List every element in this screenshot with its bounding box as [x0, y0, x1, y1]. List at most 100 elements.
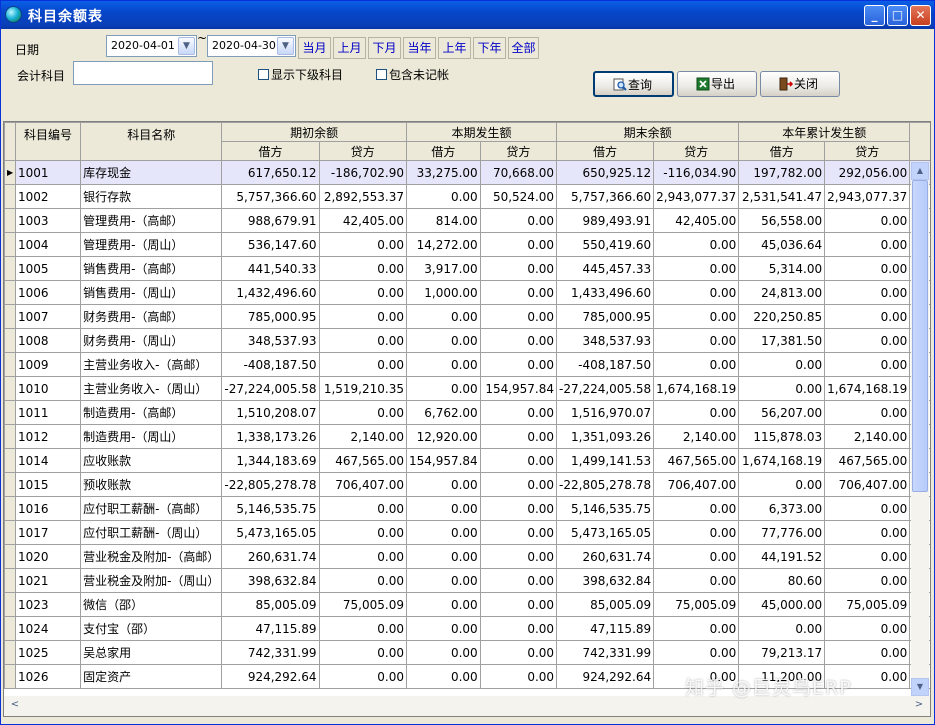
amount-cell[interactable]: 2,943,077.37	[653, 184, 740, 209]
account-name-cell[interactable]: 应付职工薪酬-（高邮）	[80, 496, 223, 521]
amount-cell[interactable]: 0.00	[479, 592, 558, 617]
amount-cell[interactable]: 2,140.00	[318, 424, 407, 449]
row-indicator[interactable]	[4, 232, 17, 257]
row-indicator[interactable]	[4, 424, 17, 449]
amount-cell[interactable]: 3,917.00	[405, 256, 481, 281]
amount-cell[interactable]: 0.00	[405, 376, 481, 401]
amount-cell[interactable]: 0.00	[479, 232, 558, 257]
amount-cell[interactable]: 0.00	[824, 544, 911, 569]
amount-cell[interactable]: 0.00	[738, 472, 826, 497]
amount-cell[interactable]: -408,187.50	[556, 352, 655, 377]
amount-cell[interactable]: 0.00	[653, 568, 740, 593]
amount-cell[interactable]: 80.60	[738, 568, 826, 593]
table-row[interactable]: 1014 应收账款 1,344,183.69 467,565.00 154,957.84…	[4, 448, 930, 473]
account-code-cell[interactable]: 1023	[15, 592, 82, 617]
amount-cell[interactable]: 0.00	[653, 544, 740, 569]
amount-cell[interactable]: 33,275.00	[405, 160, 481, 185]
amount-cell[interactable]: 617,650.12	[221, 160, 320, 185]
account-name-cell[interactable]: 银行存款	[80, 184, 223, 209]
table-row[interactable]: 1012 制造费用-（周山） 1,338,173.26 2,140.00 12,920.…	[4, 424, 930, 449]
amount-cell[interactable]: 0.00	[653, 616, 740, 641]
amount-cell[interactable]: 0.00	[479, 256, 558, 281]
amount-cell[interactable]: 2,892,553.37	[318, 184, 407, 209]
amount-cell[interactable]: 0.00	[318, 304, 407, 329]
amount-cell[interactable]: 75,005.09	[318, 592, 407, 617]
amount-cell[interactable]: 85,005.09	[556, 592, 655, 617]
scroll-down-arrow-icon[interactable]: ▼	[911, 678, 929, 696]
amount-cell[interactable]: 2,943,077.37	[824, 184, 911, 209]
amount-cell[interactable]: 5,473,165.05	[221, 520, 320, 545]
amount-cell[interactable]: 0.00	[318, 496, 407, 521]
amount-cell[interactable]: 924,292.64	[221, 664, 320, 689]
amount-cell[interactable]: -22,805,278.78	[556, 472, 655, 497]
amount-cell[interactable]: 0.00	[653, 304, 740, 329]
amount-cell[interactable]: 0.00	[653, 496, 740, 521]
amount-cell[interactable]: 550,419.60	[556, 232, 655, 257]
amount-cell[interactable]: 1,674,168.19	[738, 448, 826, 473]
amount-cell[interactable]: 2,140.00	[653, 424, 740, 449]
amount-cell[interactable]: 0.00	[479, 496, 558, 521]
amount-cell[interactable]: 0.00	[479, 328, 558, 353]
amount-cell[interactable]: 467,565.00	[824, 448, 911, 473]
account-name-cell[interactable]: 管理费用-（高邮）	[80, 208, 223, 233]
account-code-cell[interactable]: 1014	[15, 448, 82, 473]
amount-cell[interactable]: 0.00	[405, 616, 481, 641]
amount-cell[interactable]: -116,034.90	[653, 160, 740, 185]
amount-cell[interactable]: 0.00	[479, 208, 558, 233]
account-name-cell[interactable]: 财务费用-（高邮）	[80, 304, 223, 329]
account-code-cell[interactable]: 1020	[15, 544, 82, 569]
table-row[interactable]: 1006 销售费用-（周山） 1,432,496.60 0.00 1,000.00 0.0…	[4, 280, 930, 305]
account-name-cell[interactable]: 主营业务收入-（周山）	[80, 376, 223, 401]
amount-cell[interactable]: 0.00	[318, 664, 407, 689]
account-name-cell[interactable]: 营业税金及附加-（高邮）	[80, 544, 223, 569]
account-code-cell[interactable]: 1004	[15, 232, 82, 257]
amount-cell[interactable]: 85,005.09	[221, 592, 320, 617]
scroll-up-arrow-icon[interactable]: ▲	[911, 162, 929, 180]
amount-cell[interactable]: 5,146,535.75	[556, 496, 655, 521]
amount-cell[interactable]: 79,213.17	[738, 640, 826, 665]
amount-cell[interactable]: 50,524.00	[479, 184, 558, 209]
amount-cell[interactable]: 742,331.99	[556, 640, 655, 665]
row-indicator[interactable]	[4, 376, 17, 401]
amount-cell[interactable]: 0.00	[479, 448, 558, 473]
amount-cell[interactable]: 1,674,168.19	[824, 376, 911, 401]
row-indicator[interactable]	[4, 496, 17, 521]
account-code-cell[interactable]: 1010	[15, 376, 82, 401]
row-indicator[interactable]	[4, 400, 17, 425]
amount-cell[interactable]: -22,805,278.78	[221, 472, 320, 497]
table-row[interactable]: 1011 制造费用-（高邮） 1,510,208.07 0.00 6,762.00 0.0…	[4, 400, 930, 425]
checkbox-box[interactable]	[258, 69, 269, 80]
amount-cell[interactable]: 467,565.00	[653, 448, 740, 473]
amount-cell[interactable]: 77,776.00	[738, 520, 826, 545]
amount-cell[interactable]: 1,516,970.07	[556, 400, 655, 425]
account-name-cell[interactable]: 吴总家用	[80, 640, 223, 665]
amount-cell[interactable]: -27,224,005.58	[556, 376, 655, 401]
amount-cell[interactable]: 0.00	[653, 328, 740, 353]
amount-cell[interactable]: 1,344,183.69	[221, 448, 320, 473]
amount-cell[interactable]: 398,632.84	[221, 568, 320, 593]
amount-cell[interactable]: 0.00	[824, 496, 911, 521]
amount-cell[interactable]: 0.00	[479, 544, 558, 569]
account-code-cell[interactable]: 1026	[15, 664, 82, 689]
row-indicator[interactable]	[4, 208, 17, 233]
account-code-cell[interactable]: 1001	[15, 160, 82, 185]
amount-cell[interactable]: 0.00	[479, 616, 558, 641]
amount-cell[interactable]: 5,757,366.60	[221, 184, 320, 209]
account-name-cell[interactable]: 主营业务收入-（高邮）	[80, 352, 223, 377]
amount-cell[interactable]: 0.00	[479, 568, 558, 593]
amount-cell[interactable]: 0.00	[479, 520, 558, 545]
amount-cell[interactable]: 0.00	[738, 352, 826, 377]
row-indicator[interactable]	[4, 352, 17, 377]
row-indicator[interactable]	[4, 592, 17, 617]
amount-cell[interactable]: 0.00	[479, 640, 558, 665]
account-code-cell[interactable]: 1011	[15, 400, 82, 425]
account-name-cell[interactable]: 销售费用-（高邮）	[80, 256, 223, 281]
amount-cell[interactable]: 1,674,168.19	[653, 376, 740, 401]
checkbox-box[interactable]	[376, 69, 387, 80]
last-year-button[interactable]: 上年	[438, 37, 471, 59]
table-row[interactable]: 1023 微信（邵） 85,005.09 75,005.09 0.00 0.00 85,00…	[4, 592, 930, 617]
row-indicator[interactable]	[4, 640, 17, 665]
amount-cell[interactable]: 2,531,541.47	[738, 184, 826, 209]
amount-cell[interactable]: 0.00	[318, 328, 407, 353]
amount-cell[interactable]: 12,920.00	[405, 424, 481, 449]
